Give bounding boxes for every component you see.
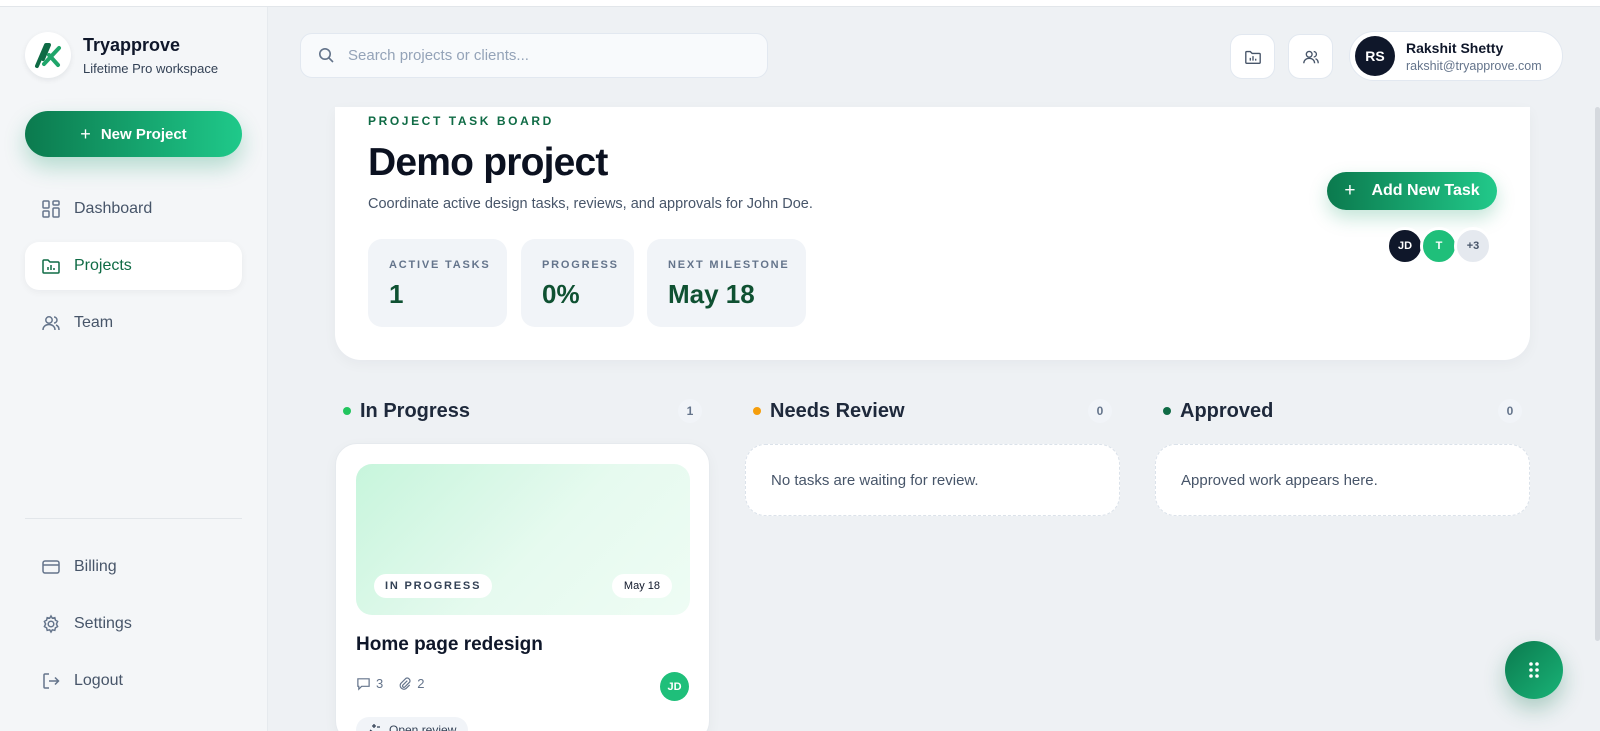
window-top-bar — [0, 0, 1600, 7]
avatar-overflow-count[interactable]: +3 — [1454, 227, 1492, 265]
comment-count-value: 3 — [376, 676, 384, 691]
column-title: Approved — [1180, 399, 1274, 422]
attachment-count: 2 — [397, 676, 424, 691]
sidebar: Tryapprove Lifetime Pro workspace + New … — [0, 7, 268, 731]
dashboard-icon — [42, 200, 60, 218]
search-icon — [319, 48, 334, 63]
brand[interactable]: Tryapprove Lifetime Pro workspace — [25, 32, 218, 78]
empty-state: Approved work appears here. — [1155, 444, 1530, 516]
brand-name: Tryapprove — [83, 34, 181, 55]
stat-next-milestone: NEXT MILESTONE May 18 — [647, 239, 806, 327]
paperclip-icon — [399, 677, 411, 690]
new-project-label: New Project — [100, 125, 187, 143]
status-dot — [1163, 407, 1171, 415]
sidebar-divider — [25, 518, 242, 519]
folder-chart-icon — [42, 259, 60, 274]
attachment-count-value: 2 — [417, 676, 425, 691]
column-title: Needs Review — [770, 399, 905, 422]
project-header-card: PROJECT TASK BOARD Demo project Coordina… — [335, 107, 1530, 360]
sidebar-item-logout[interactable]: Logout — [25, 657, 242, 705]
stat-value: May 18 — [668, 279, 755, 309]
column-header-in-progress: In Progress 1 — [335, 396, 710, 426]
gear-icon — [43, 614, 59, 634]
sidebar-item-label: Settings — [74, 615, 132, 632]
task-thumbnail: IN PROGRESS May 18 — [356, 464, 690, 615]
status-badge: IN PROGRESS — [374, 574, 493, 598]
add-new-task-button[interactable]: + Add New Task — [1327, 172, 1497, 210]
task-meta: 3 2 — [356, 676, 438, 691]
sidebar-item-settings[interactable]: Settings — [25, 600, 242, 648]
projects-shortcut-button[interactable] — [1230, 34, 1275, 79]
user-name: Rakshit Shetty — [1406, 39, 1504, 56]
column-count-badge: 0 — [1498, 399, 1522, 423]
users-icon — [42, 316, 60, 331]
sidebar-item-label: Projects — [74, 257, 132, 274]
brand-logo-icon — [25, 32, 71, 78]
avatar: RS — [1355, 36, 1395, 76]
status-dot — [753, 407, 761, 415]
avatar[interactable]: JD — [1386, 227, 1424, 265]
stat-progress: PROGRESS 0% — [521, 239, 634, 327]
users-icon — [1302, 50, 1319, 63]
sidebar-item-team[interactable]: Team — [25, 299, 242, 347]
sidebar-item-label: Team — [74, 314, 114, 331]
column-header-needs-review: Needs Review 0 — [745, 396, 1120, 426]
column-count-badge: 0 — [1088, 399, 1112, 423]
brand-subtitle: Lifetime Pro workspace — [83, 60, 219, 76]
stat-label: ACTIVE TASKS — [389, 259, 491, 271]
stat-active-tasks: ACTIVE TASKS 1 — [368, 239, 507, 327]
sidebar-item-label: Dashboard — [74, 200, 153, 217]
column-header-approved: Approved 0 — [1155, 396, 1530, 426]
page-title: Demo project — [368, 141, 608, 184]
due-date-badge: May 18 — [611, 574, 672, 598]
open-review-label: Open review — [389, 723, 457, 731]
floating-menu-button[interactable] — [1505, 641, 1563, 699]
stat-label: NEXT MILESTONE — [668, 259, 790, 271]
search-input[interactable] — [348, 47, 748, 64]
team-avatars[interactable]: JD T +3 — [1386, 227, 1492, 265]
status-dot — [343, 407, 351, 415]
scrollbar[interactable] — [1595, 107, 1600, 641]
column-count-badge: 1 — [678, 399, 702, 423]
new-project-button[interactable]: + New Project — [25, 111, 242, 157]
user-email: rakshit@tryapprove.com — [1406, 58, 1542, 73]
sidebar-item-billing[interactable]: Billing — [25, 543, 242, 591]
sparkle-icon — [369, 724, 380, 731]
project-description: Coordinate active design tasks, reviews,… — [368, 196, 813, 212]
stat-label: PROGRESS — [542, 259, 619, 271]
comment-count: 3 — [356, 676, 383, 691]
open-review-button[interactable]: Open review — [356, 717, 469, 731]
sidebar-item-projects[interactable]: Projects — [25, 242, 242, 290]
user-profile-menu[interactable]: RS Rakshit Shetty rakshit@tryapprove.com — [1349, 31, 1563, 81]
add-new-task-label: Add New Task — [1371, 182, 1480, 199]
plus-icon: + — [1344, 180, 1356, 201]
plus-icon: + — [80, 123, 91, 144]
comment-icon — [357, 678, 370, 691]
column-title: In Progress — [360, 399, 471, 422]
avatar[interactable]: JD — [660, 672, 689, 701]
grip-dots-icon — [1529, 662, 1539, 678]
sidebar-item-label: Logout — [74, 672, 123, 689]
search-bar[interactable] — [300, 33, 768, 78]
credit-card-icon — [42, 560, 60, 574]
logout-icon — [43, 673, 60, 689]
task-title: Home page redesign — [356, 634, 543, 655]
empty-state: No tasks are waiting for review. — [745, 444, 1120, 516]
folder-chart-icon — [1244, 50, 1261, 64]
avatar[interactable]: T — [1420, 227, 1458, 265]
sidebar-item-dashboard[interactable]: Dashboard — [25, 185, 242, 233]
page-eyebrow: PROJECT TASK BOARD — [368, 114, 554, 128]
stat-value: 0% — [542, 279, 580, 309]
sidebar-item-label: Billing — [74, 558, 117, 575]
stat-value: 1 — [389, 279, 404, 309]
team-shortcut-button[interactable] — [1288, 34, 1333, 79]
task-card[interactable]: IN PROGRESS May 18 Home page redesign 3 … — [335, 443, 710, 731]
